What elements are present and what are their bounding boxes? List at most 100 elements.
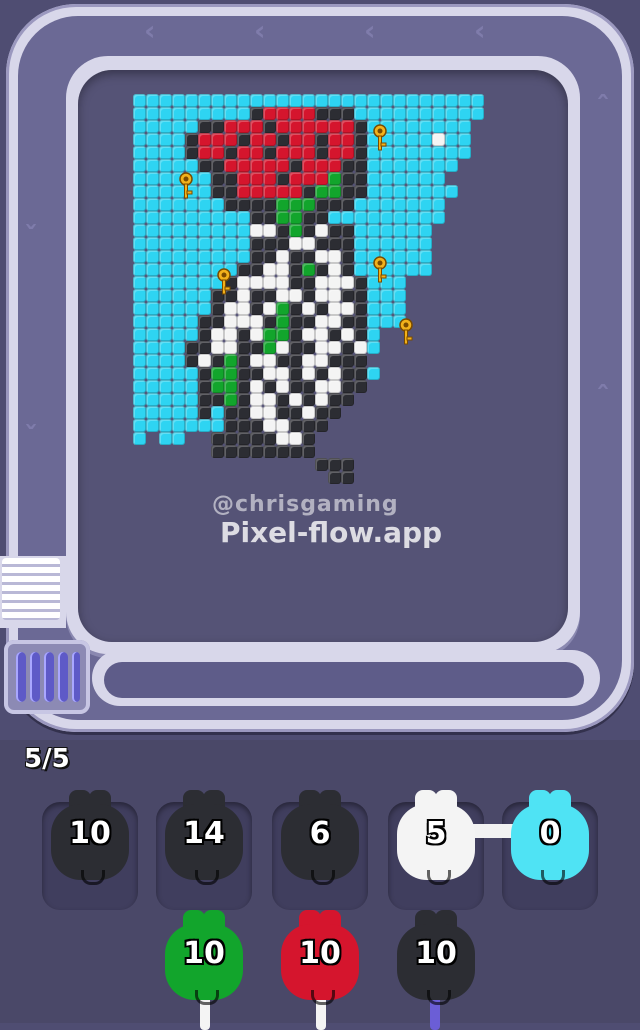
pixel-block <box>224 328 237 341</box>
pixel-block <box>328 107 341 120</box>
pixel-block <box>159 471 172 484</box>
pixel-block <box>380 445 393 458</box>
pixel-block <box>146 172 159 185</box>
pixel-block <box>458 172 471 185</box>
pixel-block <box>367 224 380 237</box>
pixel-block <box>146 315 159 328</box>
pixel-block <box>250 211 263 224</box>
pixel-block <box>432 432 445 445</box>
pixel-block <box>458 133 471 146</box>
pixel-block <box>185 289 198 302</box>
pixel-block <box>185 406 198 419</box>
pixel-block <box>354 458 367 471</box>
pixel-block <box>315 458 328 471</box>
pixel-block <box>445 133 458 146</box>
pixel-block <box>159 133 172 146</box>
pixel-block <box>224 146 237 159</box>
pixel-block <box>289 120 302 133</box>
pixel-block <box>380 380 393 393</box>
pixel-block <box>471 224 484 237</box>
pixel-block <box>198 289 211 302</box>
pixel-block <box>185 328 198 341</box>
pixel-block <box>263 471 276 484</box>
pixel-block <box>419 406 432 419</box>
pixel-block <box>471 445 484 458</box>
pixel-block <box>380 94 393 107</box>
pixel-block <box>302 133 315 146</box>
pixel-block <box>250 367 263 380</box>
pixel-block <box>354 94 367 107</box>
shooter-red[interactable]: 10 <box>275 906 365 1006</box>
pixel-block <box>159 224 172 237</box>
pixel-block <box>471 458 484 471</box>
pixel-block <box>445 185 458 198</box>
pixel-block <box>354 211 367 224</box>
pixel-block <box>419 263 432 276</box>
pixel-block <box>211 445 224 458</box>
pixel-block <box>146 380 159 393</box>
shooter-black[interactable]: 14 <box>159 786 249 886</box>
pixel-block <box>263 133 276 146</box>
pixel-block <box>198 133 211 146</box>
pixel-block <box>289 250 302 263</box>
pixel-block <box>146 120 159 133</box>
pixel-block <box>185 94 198 107</box>
pixel-block <box>133 224 146 237</box>
pixel-block <box>367 367 380 380</box>
pixel-block <box>289 315 302 328</box>
pixel-block <box>276 341 289 354</box>
pixel-block <box>289 341 302 354</box>
pixel-block <box>328 432 341 445</box>
pixel-block <box>432 146 445 159</box>
pixel-block <box>315 315 328 328</box>
pixel-block <box>471 419 484 432</box>
shooter-black[interactable]: 10 <box>45 786 135 886</box>
pixel-block <box>328 367 341 380</box>
shooter-white[interactable]: 5 <box>391 786 481 886</box>
pixel-block <box>198 263 211 276</box>
pixel-block <box>419 146 432 159</box>
pixel-block <box>211 172 224 185</box>
pixel-block <box>237 354 250 367</box>
shooter-count: 10 <box>69 816 111 851</box>
pixel-block <box>250 458 263 471</box>
pixel-block <box>419 393 432 406</box>
pixel-block <box>419 224 432 237</box>
shooter-black[interactable]: 6 <box>275 786 365 886</box>
pixel-block <box>133 471 146 484</box>
pixel-block <box>185 146 198 159</box>
pixel-block <box>380 289 393 302</box>
chevron-left-icon: ‹ <box>254 14 266 47</box>
pixel-block <box>445 172 458 185</box>
shooter-black[interactable]: 10 <box>391 906 481 1006</box>
pixel-block <box>393 237 406 250</box>
pixel-block <box>419 419 432 432</box>
pixel-block <box>133 263 146 276</box>
pixel-block <box>185 250 198 263</box>
shooter-green[interactable]: 10 <box>159 906 249 1006</box>
pixel-block <box>224 224 237 237</box>
pixel-block <box>341 380 354 393</box>
pixel-block <box>406 419 419 432</box>
pixel-block <box>211 211 224 224</box>
pixel-block <box>406 276 419 289</box>
pixel-block <box>445 393 458 406</box>
pixel-block <box>198 120 211 133</box>
shooter-cyan[interactable]: 0 <box>505 786 595 886</box>
pixel-block <box>172 367 185 380</box>
pixel-block <box>237 432 250 445</box>
pixel-block <box>198 146 211 159</box>
pixel-block <box>393 146 406 159</box>
pixel-block <box>432 471 445 484</box>
pixel-block <box>224 315 237 328</box>
pixel-block <box>276 393 289 406</box>
pixel-block <box>354 432 367 445</box>
pixel-block <box>250 276 263 289</box>
pixel-block <box>406 120 419 133</box>
pixel-block <box>289 432 302 445</box>
ring-icon <box>16 652 26 702</box>
pixel-block <box>432 315 445 328</box>
pixel-block <box>471 198 484 211</box>
pixel-block <box>302 393 315 406</box>
pixel-block <box>445 419 458 432</box>
